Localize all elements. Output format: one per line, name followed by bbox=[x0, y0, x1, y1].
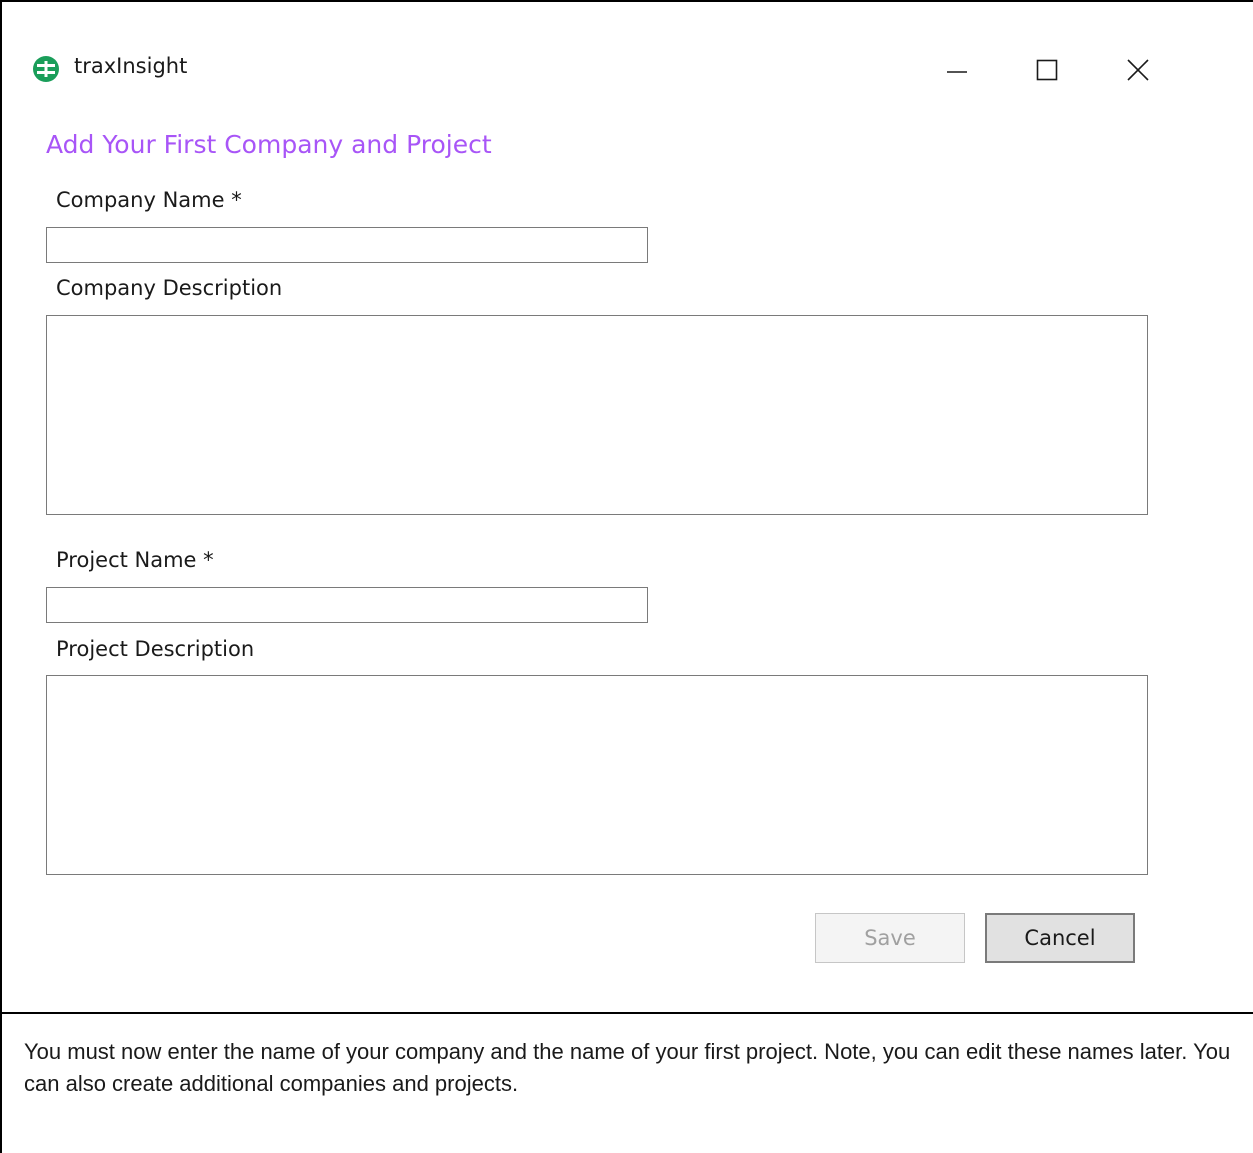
cancel-button[interactable]: Cancel bbox=[985, 913, 1135, 963]
company-name-input[interactable] bbox=[46, 227, 648, 263]
instruction-text: You must now enter the name of your comp… bbox=[24, 1039, 1231, 1096]
project-name-input[interactable] bbox=[46, 587, 648, 623]
app-window: traxInsight Add Your First Company and P… bbox=[2, 2, 1253, 1012]
close-icon bbox=[1127, 59, 1149, 81]
company-name-label: Company Name * bbox=[56, 188, 242, 212]
traxinsight-logo-icon bbox=[33, 56, 59, 82]
project-description-textarea[interactable] bbox=[46, 675, 1148, 875]
company-description-label: Company Description bbox=[56, 276, 283, 300]
close-button[interactable] bbox=[1108, 42, 1168, 98]
form-title: Add Your First Company and Project bbox=[46, 130, 492, 159]
project-name-label: Project Name * bbox=[56, 548, 214, 572]
app-title: traxInsight bbox=[74, 54, 188, 78]
minimize-icon bbox=[947, 71, 967, 73]
maximize-button[interactable] bbox=[1017, 42, 1077, 98]
maximize-icon bbox=[1036, 59, 1058, 81]
title-bar: traxInsight bbox=[2, 2, 1253, 132]
minimize-button[interactable] bbox=[927, 42, 987, 98]
frame-divider bbox=[0, 1012, 1253, 1014]
company-description-textarea[interactable] bbox=[46, 315, 1148, 515]
project-description-label: Project Description bbox=[56, 637, 255, 661]
save-button[interactable]: Save bbox=[815, 913, 965, 963]
